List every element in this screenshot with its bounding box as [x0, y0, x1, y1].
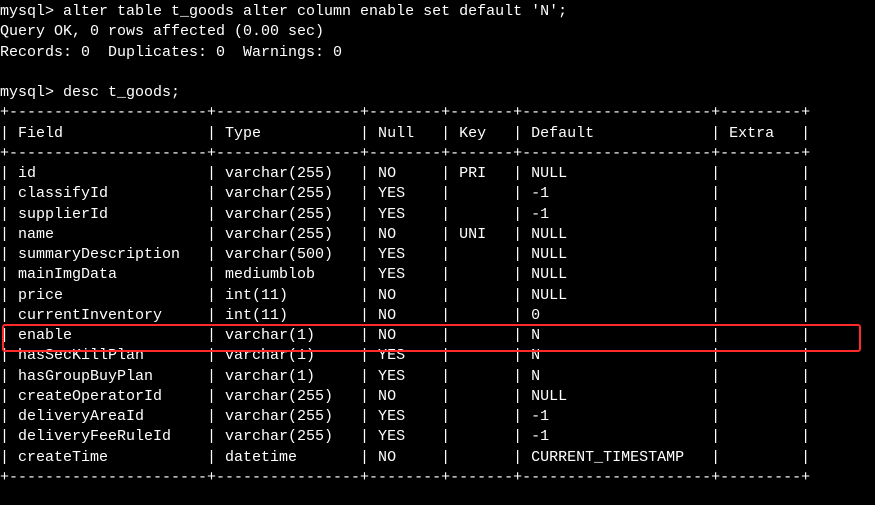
terminal[interactable]: mysql> alter table t_goods alter column …	[0, 0, 875, 488]
